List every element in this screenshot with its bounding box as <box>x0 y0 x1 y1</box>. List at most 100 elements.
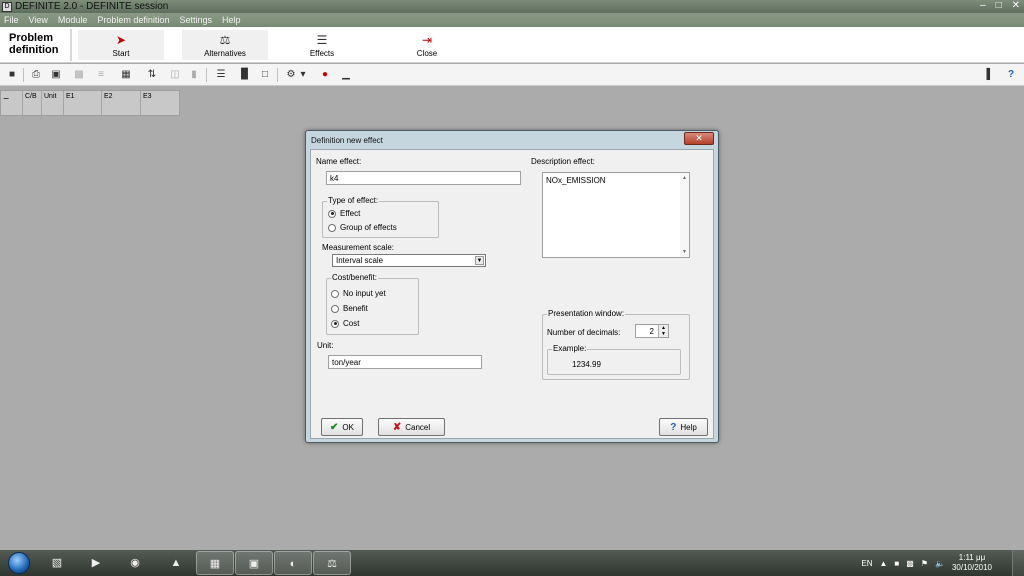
column-header-e2[interactable]: E2 <box>102 91 141 115</box>
column-header-cb[interactable]: C/B <box>23 91 42 115</box>
name-input[interactable]: k4 <box>326 171 521 185</box>
copy-table-icon[interactable]: ▉ <box>238 68 252 82</box>
measurement-scale-select[interactable]: Interval scale ▼ <box>332 254 486 267</box>
options-dropdown-icon[interactable]: ▾ <box>299 68 307 82</box>
spinner-updown-icon[interactable]: ▲ ▼ <box>658 325 668 337</box>
help-icon[interactable]: ? <box>1004 68 1018 82</box>
media-player-icon[interactable]: ▶ <box>77 551 115 575</box>
app-icon[interactable]: ▲ <box>157 551 195 575</box>
tray-app-icon[interactable]: ■ <box>894 559 899 568</box>
volume-icon[interactable]: 🔈 <box>935 559 945 568</box>
language-indicator[interactable]: EN <box>861 559 872 568</box>
radio-benefit-dot <box>331 304 339 313</box>
cancel-label: Cancel <box>405 422 431 432</box>
radio-no-input-dot <box>331 289 339 298</box>
window-title-bar: D DEFINITE 2.0 - DEFINITE session – □ ✕ <box>0 0 1024 13</box>
scale-label: Measurement scale: <box>322 243 395 252</box>
description-label: Description effect: <box>531 157 595 166</box>
menu-problem-definition[interactable]: Problem definition <box>97 15 169 25</box>
network-icon[interactable]: ▩ <box>906 559 914 568</box>
maximize-icon[interactable]: □ <box>996 0 1002 11</box>
ok-button[interactable]: ✔ OK <box>321 418 363 436</box>
table-icon[interactable]: ▦ <box>119 68 133 82</box>
column-header-e1[interactable]: E1 <box>64 91 102 115</box>
decimals-value: 2 <box>649 327 654 336</box>
presentation-window-group: Presentation window: Number of decimals:… <box>542 309 690 380</box>
example-group-title: Example: <box>552 344 588 353</box>
column-header-unit[interactable]: Unit <box>42 91 64 115</box>
chrome-icon[interactable]: ◉ <box>116 551 154 575</box>
tray-arrow-icon[interactable]: ▲ <box>879 559 887 568</box>
presentation-group-title: Presentation window: <box>547 309 626 318</box>
color-icon[interactable]: ● <box>318 68 332 82</box>
help-button[interactable]: ? Help <box>659 418 708 436</box>
unit-input[interactable]: ton/year <box>328 355 482 369</box>
cancel-button[interactable]: ✘ Cancel <box>378 418 445 436</box>
print-icon[interactable]: ⎙ <box>29 68 43 82</box>
scroll-up-icon: ▲ <box>682 175 687 181</box>
start-button[interactable] <box>8 552 30 574</box>
definite-app-icon[interactable]: ⚖ <box>313 551 351 575</box>
decimals-spinner[interactable]: 2 ▲ ▼ <box>635 324 669 338</box>
rows-icon[interactable]: ☰ <box>214 68 228 82</box>
dialog-close-button[interactable]: ✕ <box>684 132 714 145</box>
name-label: Name effect: <box>316 157 362 166</box>
columns-icon[interactable]: ◫ <box>168 68 182 82</box>
show-desktop-button[interactable] <box>1012 550 1024 576</box>
radio-effect[interactable]: Effect <box>328 209 360 218</box>
ruler-icon[interactable]: ▁ <box>339 68 353 82</box>
close-arrow-icon: ⇥ <box>421 33 433 47</box>
window-title: DEFINITE 2.0 - DEFINITE session <box>15 1 169 12</box>
menu-settings[interactable]: Settings <box>179 15 212 25</box>
definition-dialog: Definition new effect ✕ Name effect: k4 … <box>305 130 719 443</box>
check-icon: ✔ <box>330 421 339 433</box>
dialog-body: Name effect: k4 Description effect: NOx_… <box>310 149 714 439</box>
decimals-label: Number of decimals: <box>547 328 621 337</box>
minimize-icon[interactable]: – <box>980 0 986 11</box>
list-icon[interactable]: ≡ <box>94 68 108 82</box>
save-icon[interactable]: ■ <box>5 68 19 82</box>
description-scrollbar[interactable]: ▲ ▼ <box>680 173 689 257</box>
taskbar: ▧ ▶ ◉ ▲ ▦ ▣ ◐ ⚖ EN ▲ ■ ▩ ⚑ 🔈 1:11 μμ 30/… <box>0 550 1024 576</box>
new-page-icon[interactable]: □ <box>258 68 272 82</box>
radio-cost[interactable]: Cost <box>331 319 359 328</box>
app-icon: D <box>2 1 12 12</box>
print-preview-icon[interactable]: ▣ <box>49 68 63 82</box>
scroll-down-icon: ▼ <box>682 249 687 255</box>
books-icon[interactable]: ▦ <box>196 551 234 575</box>
toolbar-separator <box>206 68 207 82</box>
cost-benefit-group: Cost/benefit: No input yet Benefit Cost <box>326 273 419 335</box>
effects-label: Effects <box>309 49 335 58</box>
system-tray: EN ▲ ■ ▩ ⚑ 🔈 1:11 μμ 30/10/2010 <box>861 550 992 576</box>
bars-icon[interactable]: ▮ <box>187 68 201 82</box>
help-icon: ? <box>670 421 677 433</box>
radio-effect-label: Effect <box>340 209 361 218</box>
column-header-e3[interactable]: E3 <box>141 91 179 115</box>
phone-icon[interactable]: ▌ <box>983 68 997 82</box>
options-icon[interactable]: ⚙ <box>284 68 298 82</box>
effects-button[interactable]: ☰ Effects <box>279 30 365 60</box>
description-textarea[interactable]: NOx_EMISSION ▲ ▼ <box>542 172 690 258</box>
flag-icon[interactable]: ⚑ <box>921 559 928 568</box>
menu-help[interactable]: Help <box>222 15 241 25</box>
chevron-down-icon[interactable]: ▼ <box>475 256 484 265</box>
start-button[interactable]: ➤ Start <box>78 30 164 60</box>
description-text: NOx_EMISSION <box>546 176 606 185</box>
chart-icon[interactable]: ▩ <box>72 68 86 82</box>
sort-icon[interactable]: ⇅ <box>145 68 159 82</box>
powerpoint-icon[interactable]: ▣ <box>235 551 273 575</box>
explorer-icon[interactable]: ▧ <box>38 551 76 575</box>
alternatives-button[interactable]: ⚖ Alternatives <box>182 30 268 60</box>
effects-table-header: ⚊ C/B Unit E1 E2 E3 <box>0 90 180 116</box>
clock[interactable]: 1:11 μμ 30/10/2010 <box>952 553 992 573</box>
radio-no-input-yet[interactable]: No input yet <box>331 289 386 298</box>
radio-benefit[interactable]: Benefit <box>331 304 368 313</box>
close-button[interactable]: ⇥ Close <box>384 30 470 60</box>
radio-group-of-effects[interactable]: Group of effects <box>328 223 397 232</box>
close-icon[interactable]: ✕ <box>1012 0 1020 11</box>
menu-file[interactable]: File <box>4 15 19 25</box>
menu-view[interactable]: View <box>29 15 48 25</box>
row-selector-cell[interactable]: ⚊ <box>1 91 23 115</box>
browser-icon[interactable]: ◐ <box>274 551 312 575</box>
menu-module[interactable]: Module <box>58 15 88 25</box>
